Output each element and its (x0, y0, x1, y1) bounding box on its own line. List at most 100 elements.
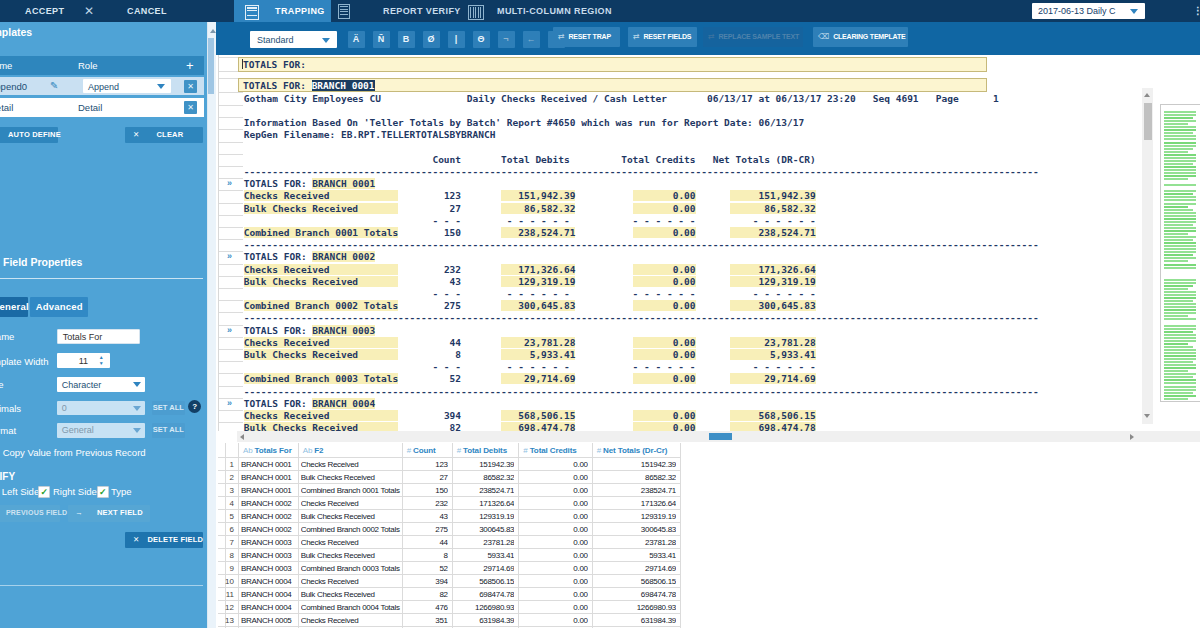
grid-header-total-credits[interactable]: #Total Credits (523, 446, 576, 455)
format-button-0[interactable]: Ä (348, 31, 365, 48)
grid-cell[interactable]: 0.00 (520, 538, 587, 547)
grid-cell[interactable]: 129319.19 (454, 512, 515, 521)
grid-cell[interactable]: 86582.32 (454, 473, 515, 482)
right-side-label[interactable]: Right Side (53, 486, 97, 497)
tab-advanced[interactable]: Advanced (30, 297, 88, 317)
grid-cell[interactable]: 5933.41 (454, 551, 515, 560)
scroll-right-icon[interactable] (1130, 434, 1134, 440)
nav-button-0[interactable]: ¬ (498, 31, 515, 48)
template-row-append0[interactable]: Append0 ✎ Append ✕ (0, 77, 204, 96)
grid-cell[interactable]: 150 (404, 486, 448, 495)
grid-cell[interactable]: Checks Received (301, 499, 402, 508)
tab-trapping[interactable]: TRAPPING (234, 0, 331, 22)
cancel-button[interactable]: CANCEL (127, 6, 167, 16)
grid-cell[interactable]: 151942.39 (454, 460, 515, 469)
format-button-1[interactable]: Ñ (373, 31, 390, 48)
grid-cell[interactable]: 44 (404, 538, 448, 547)
right-side-checkbox[interactable]: ✓ (38, 486, 50, 498)
grid-cell[interactable]: Checks Received (301, 460, 402, 469)
grid-cell[interactable]: 300645.83 (454, 525, 515, 534)
copy-value-label[interactable]: Copy Value from Previous Record (3, 447, 146, 458)
format-button-5[interactable]: Θ (473, 31, 490, 48)
grid-cell[interactable]: 698474.78 (454, 590, 515, 599)
grid-cell[interactable]: BRANCH 0001 (241, 460, 298, 469)
grid-cell[interactable]: 82 (404, 590, 448, 599)
grid-cell[interactable]: 1266980.93 (594, 603, 676, 612)
scroll-up-icon[interactable] (1144, 93, 1150, 97)
grid-cell[interactable]: 27 (404, 473, 448, 482)
grid-cell[interactable]: BRANCH 0004 (241, 603, 298, 612)
grid-cell[interactable]: BRANCH 0001 (241, 486, 298, 495)
grid-cell[interactable]: BRANCH 0003 (241, 551, 298, 560)
grid-cell[interactable]: 0.00 (520, 590, 587, 599)
grid-cell[interactable]: BRANCH 0003 (241, 538, 298, 547)
grid-header-total-debits[interactable]: #Total Debits (457, 446, 507, 455)
grid-cell[interactable]: 0.00 (520, 577, 587, 586)
scroll-left-icon[interactable] (240, 434, 244, 440)
grid-cell[interactable]: 29714.69 (454, 564, 515, 573)
clear-button[interactable]: ✕CLEAR (125, 127, 203, 144)
grid-cell[interactable]: 351 (404, 616, 448, 625)
grid-cell[interactable]: 5933.41 (594, 551, 676, 560)
grid-cell[interactable]: Combined Branch 0002 Totals (301, 525, 402, 534)
grid-cell[interactable]: 29714.69 (594, 564, 676, 573)
grid-cell[interactable]: 0.00 (520, 551, 587, 560)
accept-button[interactable]: ACCEPT (25, 6, 64, 16)
grid-cell[interactable]: 0.00 (520, 525, 587, 534)
grid-cell[interactable]: 0.00 (520, 616, 587, 625)
grid-cell[interactable]: Bulk Checks Received (301, 512, 402, 521)
grid-cell[interactable]: 0.00 (520, 499, 587, 508)
grid-cell[interactable]: 698474.78 (594, 590, 676, 599)
section-marker-icon[interactable]: » (227, 398, 232, 408)
grid-cell[interactable]: 123 (404, 460, 448, 469)
format-dropdown[interactable]: General (57, 423, 145, 437)
delete-template-button[interactable]: ✕ (184, 101, 197, 114)
template-width-stepper[interactable]: 11 ▲▼ (57, 353, 110, 368)
grid-cell[interactable]: Bulk Checks Received (301, 590, 402, 599)
style-dropdown[interactable]: Standard (250, 31, 337, 48)
help-icon[interactable]: ? (188, 400, 201, 413)
grid-cell[interactable]: 275 (404, 525, 448, 534)
type-checkbox-label[interactable]: Type (111, 486, 132, 497)
grid-cell[interactable]: Checks Received (301, 538, 402, 547)
extracted-data-grid[interactable]: AbTotals ForAbF2#Count#Total Debits#Tota… (218, 443, 1200, 628)
horizontal-scrollbar-thumb[interactable] (709, 433, 732, 440)
tab-multi-column-region[interactable]: MULTI-COLUMN REGION (461, 0, 601, 22)
trap-sample-row[interactable]: TOTALS FOR: BRANCH 0001 (238, 78, 987, 93)
grid-cell[interactable]: BRANCH 0003 (241, 564, 298, 573)
format-button-4[interactable]: | (448, 31, 465, 48)
set-all-decimals-button[interactable]: SET ALL (152, 401, 185, 415)
grid-cell[interactable]: 0.00 (520, 473, 587, 482)
grid-cell[interactable]: BRANCH 0005 (241, 616, 298, 625)
type-checkbox[interactable]: ✓ (97, 486, 109, 498)
add-template-button[interactable]: + (186, 58, 194, 73)
grid-header-totals-for[interactable]: AbTotals For (243, 446, 292, 455)
grid-cell[interactable]: 394 (404, 577, 448, 586)
grid-cell[interactable]: 631984.39 (594, 616, 676, 625)
grid-cell[interactable]: BRANCH 0004 (241, 577, 298, 586)
grid-cell[interactable]: BRANCH 0004 (241, 590, 298, 599)
grid-cell[interactable]: 151942.39 (594, 460, 676, 469)
grid-cell[interactable]: 300645.83 (594, 525, 676, 534)
section-marker-icon[interactable]: » (227, 325, 232, 335)
tab-general[interactable]: General (0, 297, 28, 317)
grid-cell[interactable]: 86582.32 (594, 473, 676, 482)
next-field-button[interactable]: →NEXT FIELD (68, 505, 150, 522)
grid-cell[interactable]: 232 (404, 499, 448, 508)
grid-cell[interactable]: 568506.15 (454, 577, 515, 586)
auto-define-button[interactable]: AUTO DEFINE (0, 127, 58, 144)
section-marker-icon[interactable]: » (227, 251, 232, 261)
grid-header-count[interactable]: #Count (407, 446, 436, 455)
grid-cell[interactable]: BRANCH 0002 (241, 512, 298, 521)
field-name-input[interactable]: Totals For (57, 329, 141, 345)
grid-cell[interactable]: 8 (404, 551, 448, 560)
nav-button-1[interactable]: ← (523, 31, 540, 48)
grid-cell[interactable]: 0.00 (520, 603, 587, 612)
template-date-dropdown[interactable]: 2017-06-13 Daily C (1032, 3, 1145, 19)
grid-cell[interactable]: Combined Branch 0004 Totals (301, 603, 402, 612)
grid-cell[interactable]: 0.00 (520, 512, 587, 521)
reset-fields-button[interactable]: ⇄RESET FIELDS (628, 27, 697, 47)
grid-cell[interactable]: 23781.28 (454, 538, 515, 547)
scroll-down-icon[interactable] (1144, 414, 1150, 418)
grid-cell[interactable]: 0.00 (520, 460, 587, 469)
